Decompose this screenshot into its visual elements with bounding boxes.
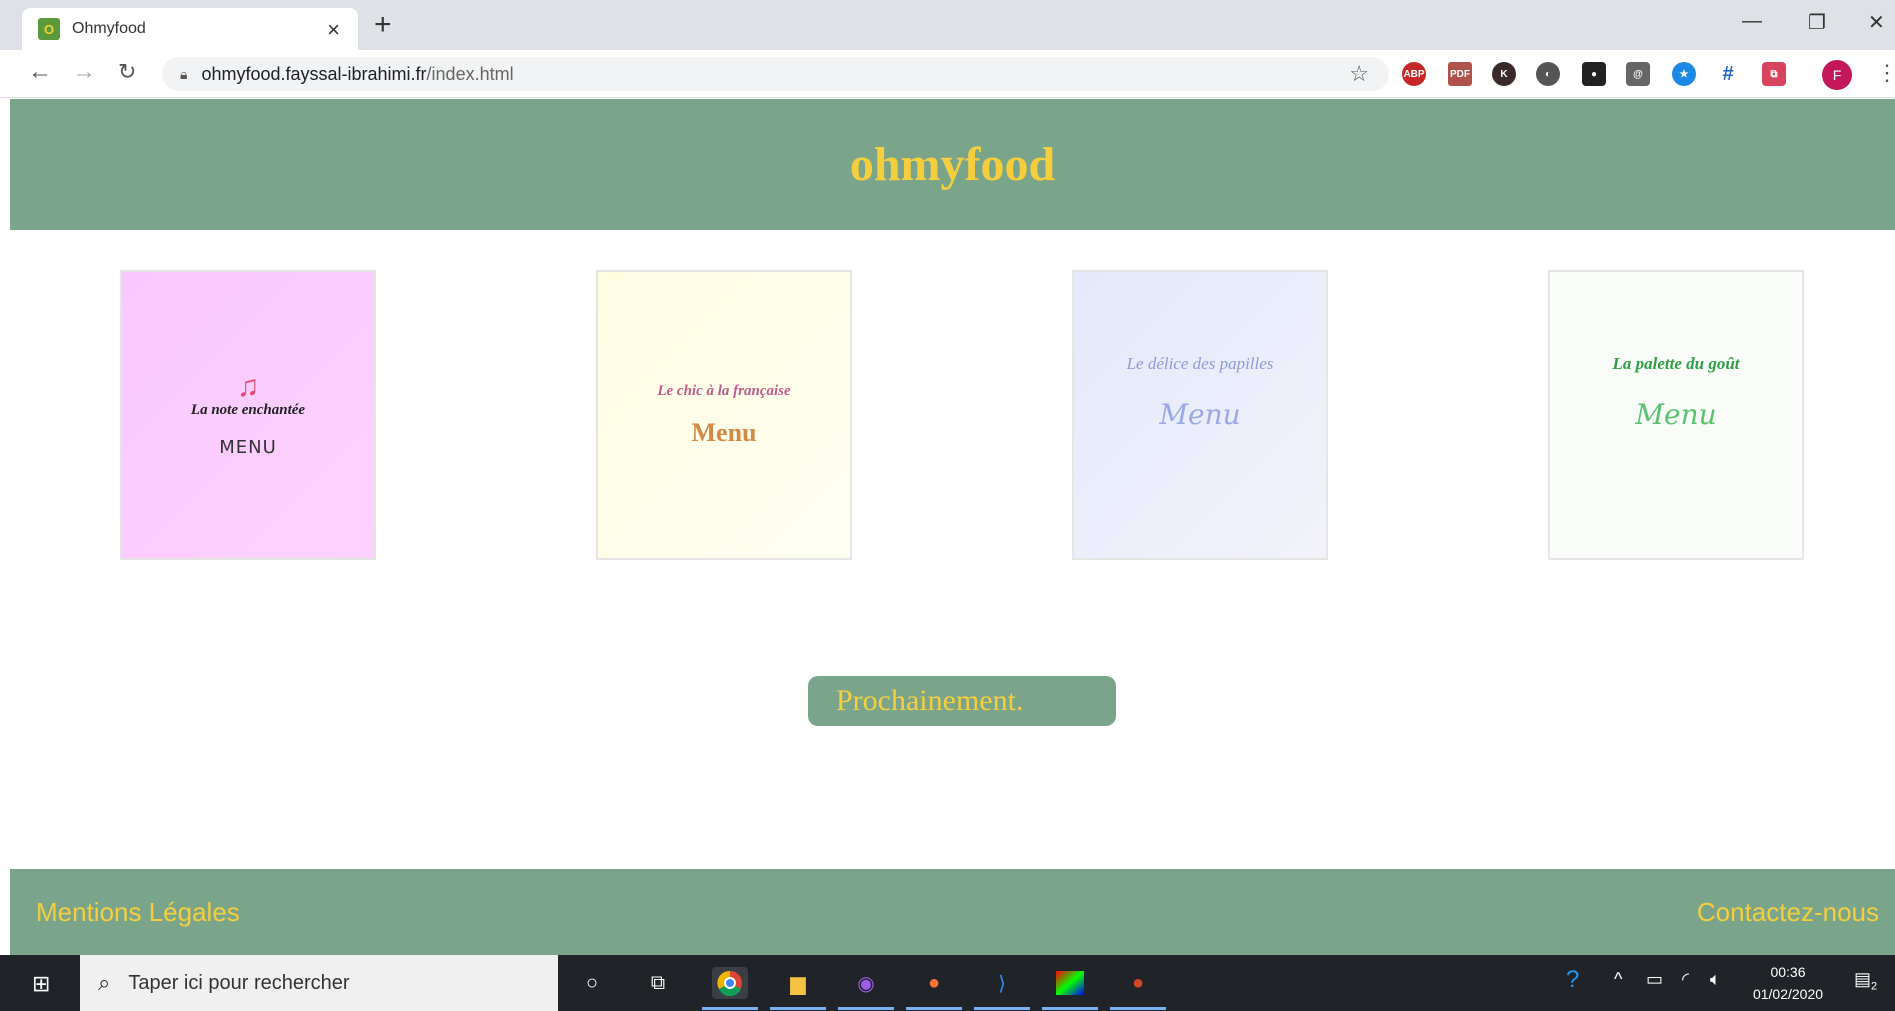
new-tab-icon[interactable]: + <box>374 10 392 40</box>
close-tab-icon[interactable]: × <box>327 17 340 43</box>
menu-kebab-icon[interactable]: ⋮ <box>1876 60 1895 86</box>
menu-link[interactable]: Menu <box>1635 398 1716 431</box>
chrome-icon[interactable] <box>712 967 748 999</box>
tab-title: Ohmyfood <box>72 20 146 37</box>
tampermonkey-extension-icon[interactable]: ● <box>1582 62 1606 86</box>
menu-link[interactable]: Menu <box>692 418 757 448</box>
contact-link[interactable]: Contactez-nous <box>1697 897 1879 928</box>
restaurant-name: Le chic à la française <box>657 382 791 399</box>
star-extension-icon[interactable]: ★ <box>1672 62 1696 86</box>
url-text: ohmyfood.fayssal-ibrahimi.fr/index.html <box>201 64 513 85</box>
adblock-extension-icon[interactable]: ABP <box>1402 62 1426 86</box>
app-cat-icon[interactable]: ◉ <box>848 967 884 999</box>
wifi-icon[interactable]: ◜ <box>1682 969 1689 990</box>
browser-toolbar: ← → ↻ 🔒︎ ohmyfood.fayssal-ibrahimi.fr/in… <box>0 50 1895 98</box>
close-window-icon[interactable]: ✕ <box>1868 10 1885 35</box>
forward-icon[interactable]: → <box>72 58 96 86</box>
clock-time: 00:36 <box>1770 964 1806 980</box>
search-icon: ⌕ <box>98 970 111 995</box>
system-clock[interactable]: 00:36 01/02/2020 <box>1748 961 1828 1005</box>
taskbar-search-box[interactable]: ⌕ Taper ici pour rechercher <box>80 955 558 1011</box>
restore-icon[interactable]: ❐ <box>1808 10 1826 35</box>
music-note-icon: ♫ <box>236 370 260 403</box>
restaurant-name: La palette du goût <box>1612 354 1740 373</box>
pdf-extension-icon[interactable]: PDF <box>1448 62 1472 86</box>
site-header: ohmyfood <box>10 99 1895 230</box>
address-bar[interactable]: 🔒︎ ohmyfood.fayssal-ibrahimi.fr/index.ht… <box>162 57 1389 91</box>
url-host: ohmyfood.fayssal-ibrahimi.fr <box>201 63 427 84</box>
site-favicon-icon: O <box>38 18 60 40</box>
coming-soon-banner: Prochainement. <box>808 676 1116 726</box>
volume-icon[interactable]: 🔈︎ <box>1710 969 1721 990</box>
restaurant-card-chic-francaise[interactable]: Le chic à la française Menu <box>596 270 852 560</box>
cortana-icon[interactable]: ○ <box>574 967 610 999</box>
browser-tab[interactable]: O Ohmyfood × <box>22 8 358 50</box>
browser-tabstrip: O Ohmyfood × + — ❐ ✕ <box>0 0 1895 50</box>
help-icon[interactable]: ? <box>1566 966 1579 994</box>
chevron-up-icon[interactable]: ^ <box>1614 969 1622 990</box>
url-path: /index.html <box>426 63 514 84</box>
restaurant-name: Le délice des papilles <box>1126 354 1274 373</box>
window-extension-icon[interactable]: ⧉ <box>1762 62 1786 86</box>
grid-extension-icon[interactable]: # <box>1716 62 1740 86</box>
search-placeholder: Taper ici pour rechercher <box>128 971 350 994</box>
windows-taskbar: ⊞ ⌕ Taper ici pour rechercher ○ ⧉ ▆ ◉ ● … <box>0 955 1895 1011</box>
site-footer: Mentions Légales Contactez-nous <box>10 869 1895 955</box>
circle-extension-icon[interactable]: ◐ <box>1536 62 1560 86</box>
restaurant-card-note-enchantee[interactable]: ♫ La note enchantée MENU <box>120 270 376 560</box>
reload-icon[interactable]: ↻ <box>118 59 136 85</box>
windows-start-icon[interactable]: ⊞ <box>32 971 50 997</box>
notification-count: 2 <box>1871 980 1878 993</box>
menu-link[interactable]: MENU <box>219 437 277 458</box>
clock-date: 01/02/2020 <box>1752 986 1824 1002</box>
restaurant-card-delice-papilles[interactable]: Le délice des papilles Menu <box>1072 270 1328 560</box>
powerpoint-icon[interactable]: ● <box>1120 967 1156 999</box>
back-icon[interactable]: ← <box>28 58 52 86</box>
color-app-icon[interactable] <box>1052 967 1088 999</box>
lock-icon: 🔒︎ <box>180 65 188 82</box>
at-extension-icon[interactable]: @ <box>1626 62 1650 86</box>
coming-soon-text: Prochainement. <box>836 684 1024 717</box>
vscode-icon[interactable]: ⟩ <box>984 967 1020 999</box>
battery-icon[interactable]: ▭ <box>1646 969 1663 990</box>
minimize-icon[interactable]: — <box>1742 10 1762 33</box>
profile-avatar[interactable]: F <box>1822 60 1852 90</box>
notifications-icon[interactable]: ▤2 <box>1854 969 1877 993</box>
legal-notice-link[interactable]: Mentions Légales <box>36 897 240 928</box>
brand-title[interactable]: ohmyfood <box>850 137 1055 192</box>
file-explorer-icon[interactable]: ▆ <box>780 967 816 999</box>
task-view-icon[interactable]: ⧉ <box>640 967 676 999</box>
bookmark-star-icon[interactable]: ☆ <box>1349 61 1369 87</box>
menu-link[interactable]: Menu <box>1159 398 1240 431</box>
firefox-icon[interactable]: ● <box>916 967 952 999</box>
k-extension-icon[interactable]: K <box>1492 62 1516 86</box>
page-content: ohmyfood ♫ La note enchantée MENU Le chi… <box>10 99 1895 955</box>
restaurant-card-palette-gout[interactable]: La palette du goût Menu <box>1548 270 1804 560</box>
restaurant-name: La note enchantée <box>190 402 306 418</box>
